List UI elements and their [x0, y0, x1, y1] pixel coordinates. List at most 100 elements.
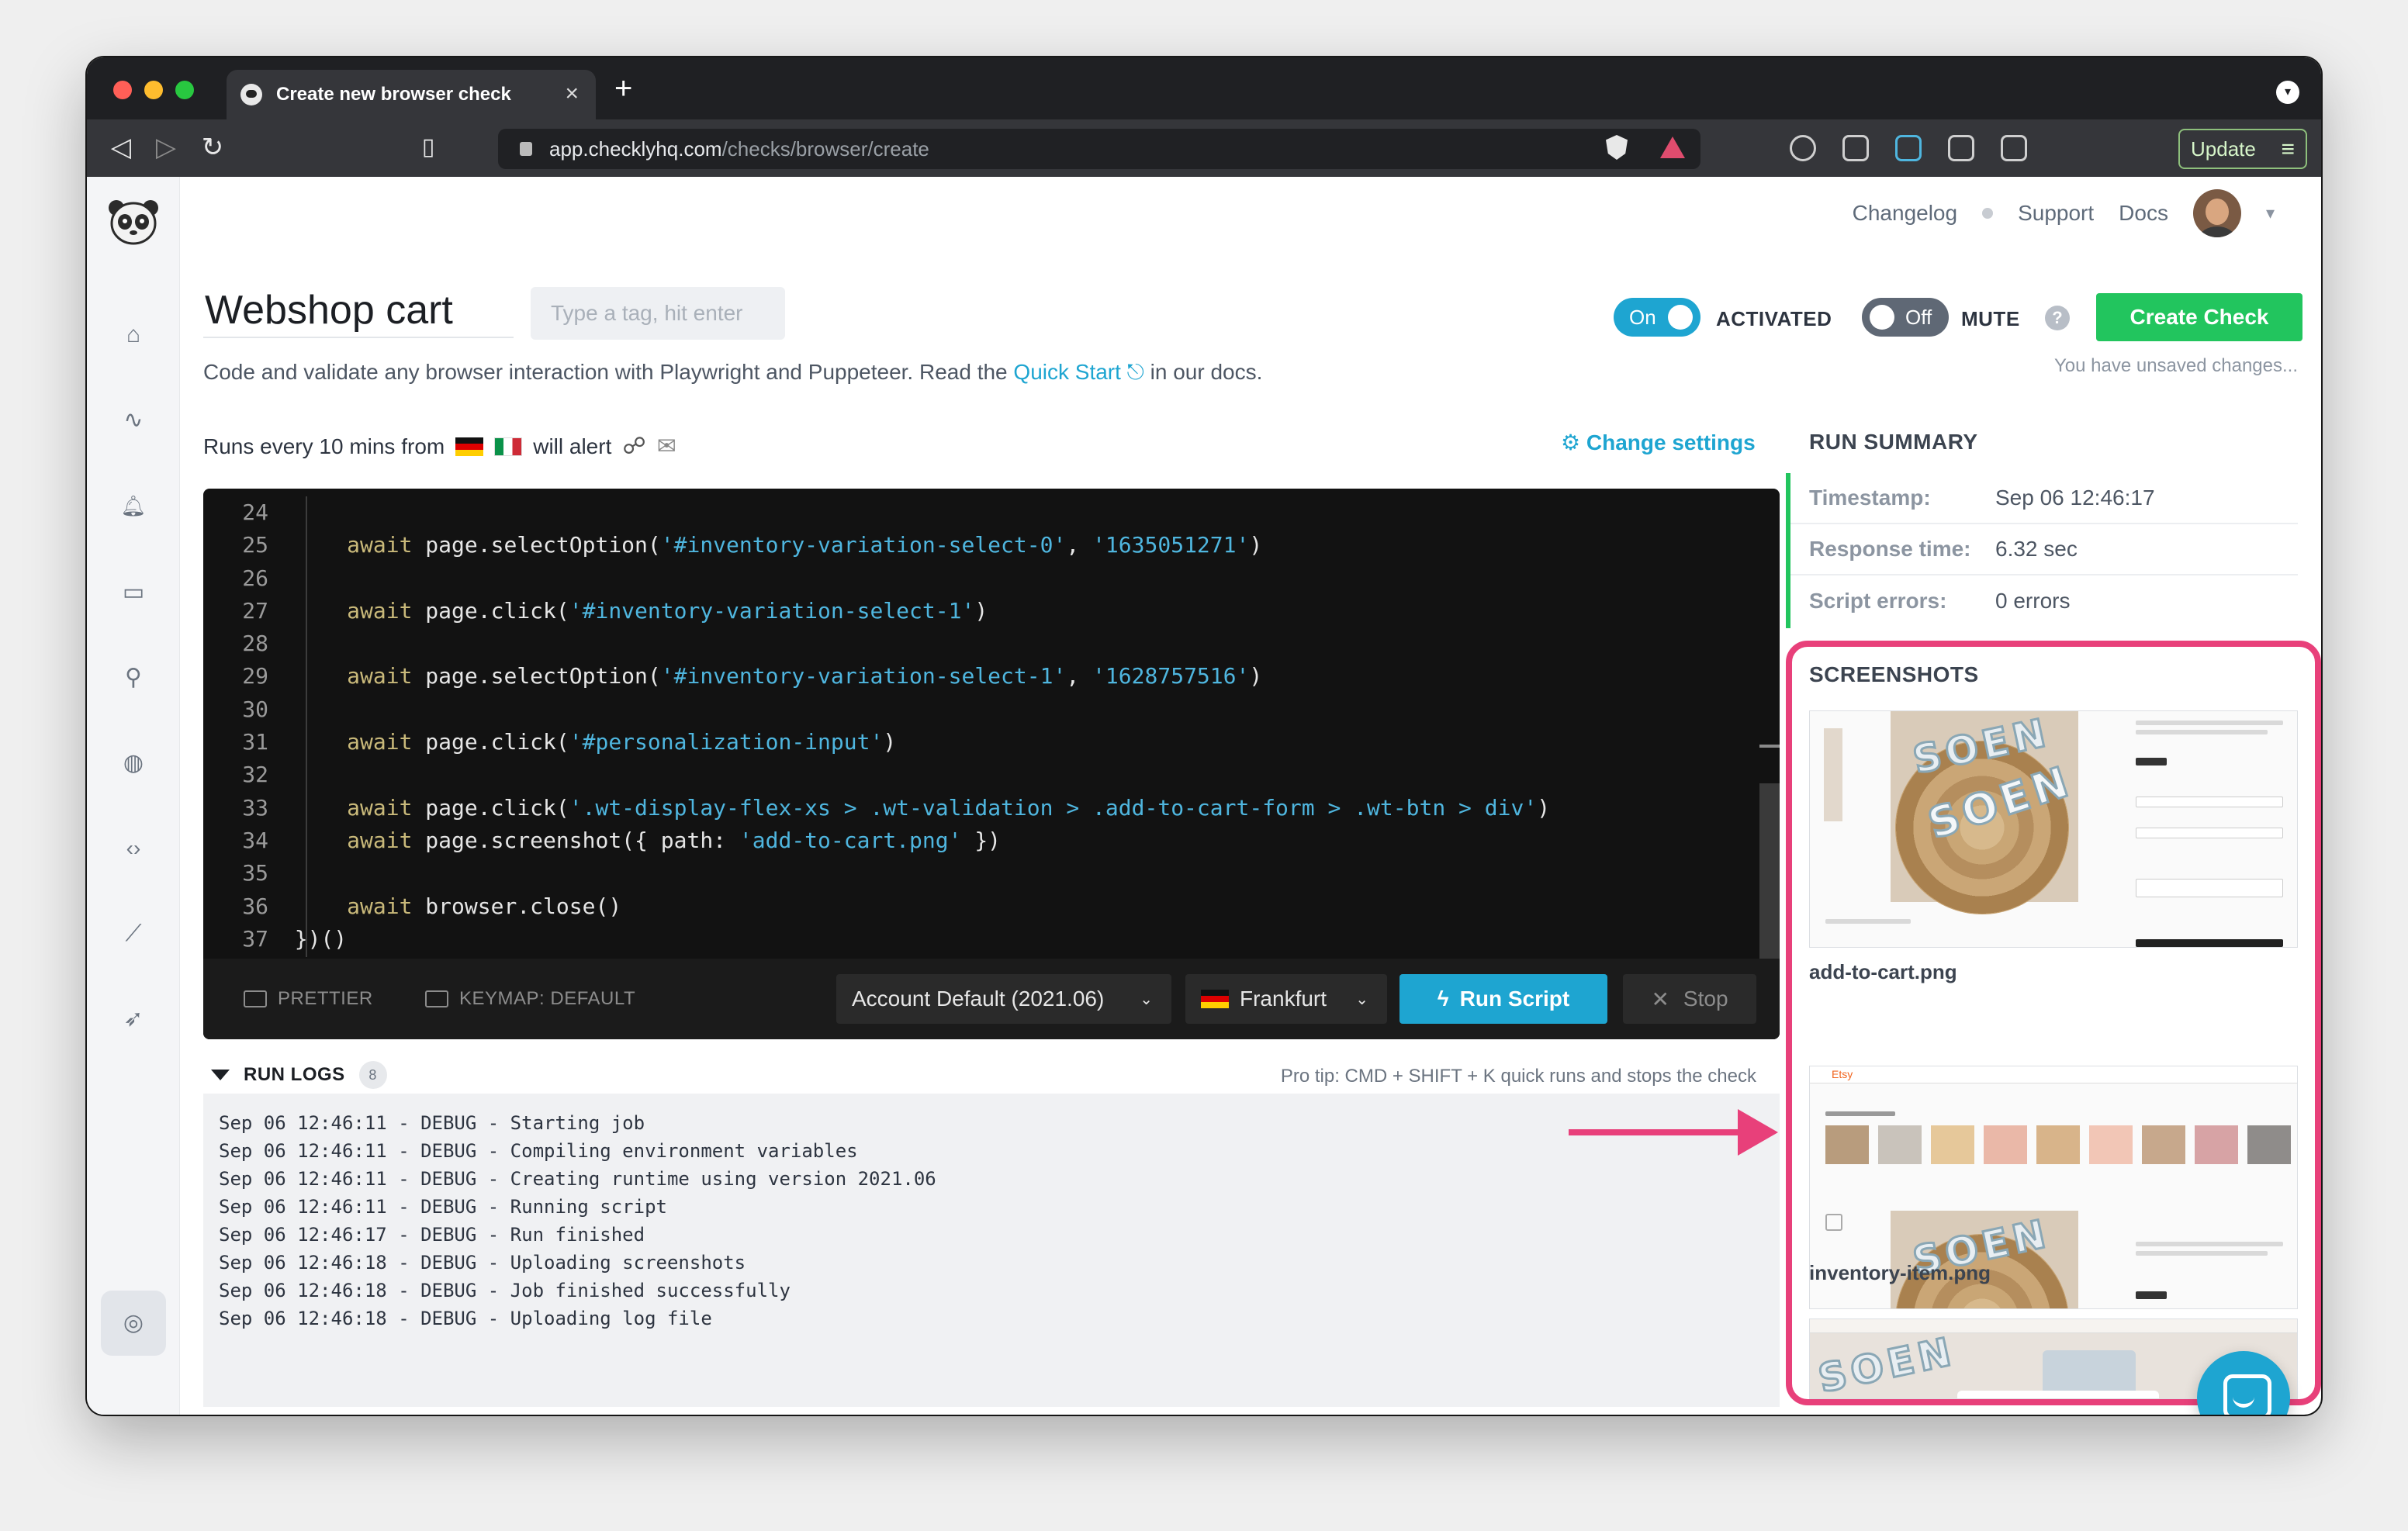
globe-icon[interactable]: ◍ [119, 749, 147, 777]
change-settings-link[interactable]: ⚙ Change settings [1561, 430, 1756, 455]
code-line[interactable]: 32 [203, 759, 1755, 791]
summary-row: Response time: 6.32 sec [1790, 524, 2298, 575]
home-icon[interactable]: ⌂ [119, 321, 147, 349]
activity-icon[interactable]: ∿ [119, 406, 147, 434]
code-line[interactable]: 25 await page.selectOption('#inventory-v… [203, 529, 1755, 562]
run-logs-output: Sep 06 12:46:11 - DEBUG - Starting job Se… [203, 1094, 1780, 1407]
code-line[interactable]: 28 [203, 627, 1755, 660]
code-editor[interactable]: 24 25 await page.selectOption('#inventor… [203, 489, 1780, 1039]
code-line[interactable]: 35 [203, 857, 1755, 890]
close-tab-icon[interactable]: × [565, 81, 579, 107]
code-text: })() [268, 925, 348, 952]
code-line[interactable]: 27 await page.click('#inventory-variatio… [203, 595, 1755, 627]
runtime-select[interactable]: Account Default (2021.06) ⌄ [836, 974, 1171, 1024]
code-lines[interactable]: 24 25 await page.selectOption('#inventor… [203, 496, 1755, 956]
line-number: 25 [242, 532, 268, 558]
code-text: await page.click('.wt-display-flex-xs > … [347, 794, 1551, 821]
code-line[interactable]: 37 })() [203, 923, 1755, 956]
top-navigation: Changelog Support Docs ▾ [1853, 189, 2275, 237]
log-line: Sep 06 12:46:11 - DEBUG - Creating runti… [219, 1168, 936, 1190]
code-line[interactable]: 30 [203, 693, 1755, 726]
brave-shield-icon[interactable] [1606, 135, 1628, 160]
chart-icon[interactable]: ⟋ [119, 920, 147, 948]
monitor-icon[interactable]: ▭ [119, 579, 147, 607]
devices-icon[interactable] [1895, 135, 1922, 161]
quick-start-link[interactable]: Quick Start ⎋ [1013, 360, 1143, 384]
puzzle-icon[interactable] [1948, 135, 1974, 161]
runs-text: Runs every 10 mins from [203, 434, 445, 458]
update-label: Update [2191, 137, 2256, 161]
help-icon[interactable]: ? [2045, 306, 2070, 330]
maximize-window-button[interactable] [175, 81, 194, 99]
plug-icon[interactable]: ⚲ [119, 664, 147, 692]
browser-tab[interactable]: Create new browser check × [227, 70, 596, 119]
rocket-icon[interactable]: ➶ [119, 1005, 147, 1033]
chevron-down-icon: ⌄ [1355, 991, 1368, 1008]
line-number: 32 [242, 762, 268, 788]
code-line[interactable]: 33 await page.click('.wt-display-flex-xs… [203, 792, 1755, 824]
activated-toggle[interactable]: On [1614, 298, 1700, 337]
log-line: Sep 06 12:46:18 - DEBUG - Uploading log … [219, 1308, 712, 1329]
new-tab-icon[interactable]: + [614, 71, 632, 106]
update-button[interactable]: Update [2178, 129, 2307, 169]
log-line: Sep 06 12:46:18 - DEBUG - Uploading scre… [219, 1252, 746, 1274]
keymap-button[interactable]: KEYMAP: DEFAULT [425, 988, 635, 1010]
address-bar[interactable]: app.checklyhq.com/checks/browser/create [498, 129, 1700, 169]
close-window-button[interactable] [113, 81, 132, 99]
mute-toggle-label: Off [1905, 306, 1932, 329]
checkly-logo-icon[interactable] [106, 197, 161, 245]
checkly-favicon-icon [240, 84, 262, 105]
description-suffix: in our docs. [1150, 360, 1263, 384]
docs-link[interactable]: Docs [2119, 201, 2168, 226]
run-summary: Timestamp: Sep 06 12:46:17 Response time: 6… [1786, 473, 2298, 628]
tab-title: Create new browser check [276, 84, 511, 105]
forward-icon[interactable]: ▷ [149, 130, 183, 164]
changelog-link[interactable]: Changelog [1853, 201, 1957, 226]
avatar[interactable] [2192, 189, 2241, 237]
pro-tip: Pro tip: CMD + SHIFT + K quick runs and … [1280, 1066, 1756, 1087]
editor-scrollbar[interactable] [1759, 783, 1780, 962]
check-name-input[interactable]: Webshop cart [203, 287, 514, 338]
code-line[interactable]: 36 await browser.close() [203, 890, 1755, 923]
bookmark-icon[interactable]: ▯ [411, 130, 445, 164]
create-check-button[interactable]: Create Check [2096, 293, 2302, 341]
extension-icon[interactable] [1790, 135, 1816, 161]
code-line[interactable]: 29 await page.selectOption('#inventory-v… [203, 660, 1755, 693]
code-line[interactable]: 26 [203, 562, 1755, 595]
playlist-icon[interactable] [2001, 135, 2027, 161]
reload-icon[interactable]: ↻ [195, 130, 230, 164]
pocket-icon[interactable] [1842, 135, 1869, 161]
keymap-label: KEYMAP: DEFAULT [459, 988, 636, 1009]
code-icon[interactable]: ‹› [119, 835, 147, 862]
bell-icon[interactable]: 🔔︎ [119, 492, 147, 520]
back-icon[interactable]: ◁ [104, 130, 138, 164]
code-line[interactable]: 24 [203, 496, 1755, 529]
stop-button[interactable]: ✕ Stop [1623, 974, 1756, 1024]
run-logs-title: RUN LOGS [244, 1064, 345, 1085]
activated-label: ACTIVATED [1716, 307, 1832, 330]
brave-rewards-icon[interactable] [1660, 137, 1685, 158]
code-line[interactable]: 34 await page.screenshot({ path: 'add-to… [203, 824, 1755, 857]
run-script-button[interactable]: ϟ Run Script [1399, 974, 1607, 1024]
code-line[interactable]: 31 await page.click('#personalization-in… [203, 726, 1755, 759]
summary-row: Timestamp: Sep 06 12:46:17 [1790, 473, 2298, 524]
change-settings-label: Change settings [1586, 430, 1756, 454]
tag-input[interactable]: Type a tag, hit enter [531, 287, 785, 340]
line-number: 33 [242, 794, 268, 821]
chevron-down-icon[interactable]: ▾ [2266, 203, 2275, 223]
gauge-icon[interactable]: ◎ [119, 1309, 147, 1337]
minimize-window-button[interactable] [144, 81, 163, 99]
run-summary-title: RUN SUMMARY [1809, 430, 1978, 454]
support-link[interactable]: Support [2018, 201, 2094, 226]
prettier-button[interactable]: PRETTIER [244, 988, 373, 1010]
line-number: 24 [242, 499, 268, 525]
run-logs-toggle[interactable]: RUN LOGS 8 [211, 1061, 387, 1089]
log-line: Sep 06 12:46:18 - DEBUG - Job finished s… [219, 1280, 791, 1301]
mute-toggle[interactable]: Off [1862, 298, 1949, 337]
tab-menu-icon[interactable]: ▾ [2276, 81, 2299, 104]
location-select[interactable]: Frankfurt ⌄ [1185, 974, 1387, 1024]
lock-icon [520, 142, 532, 156]
